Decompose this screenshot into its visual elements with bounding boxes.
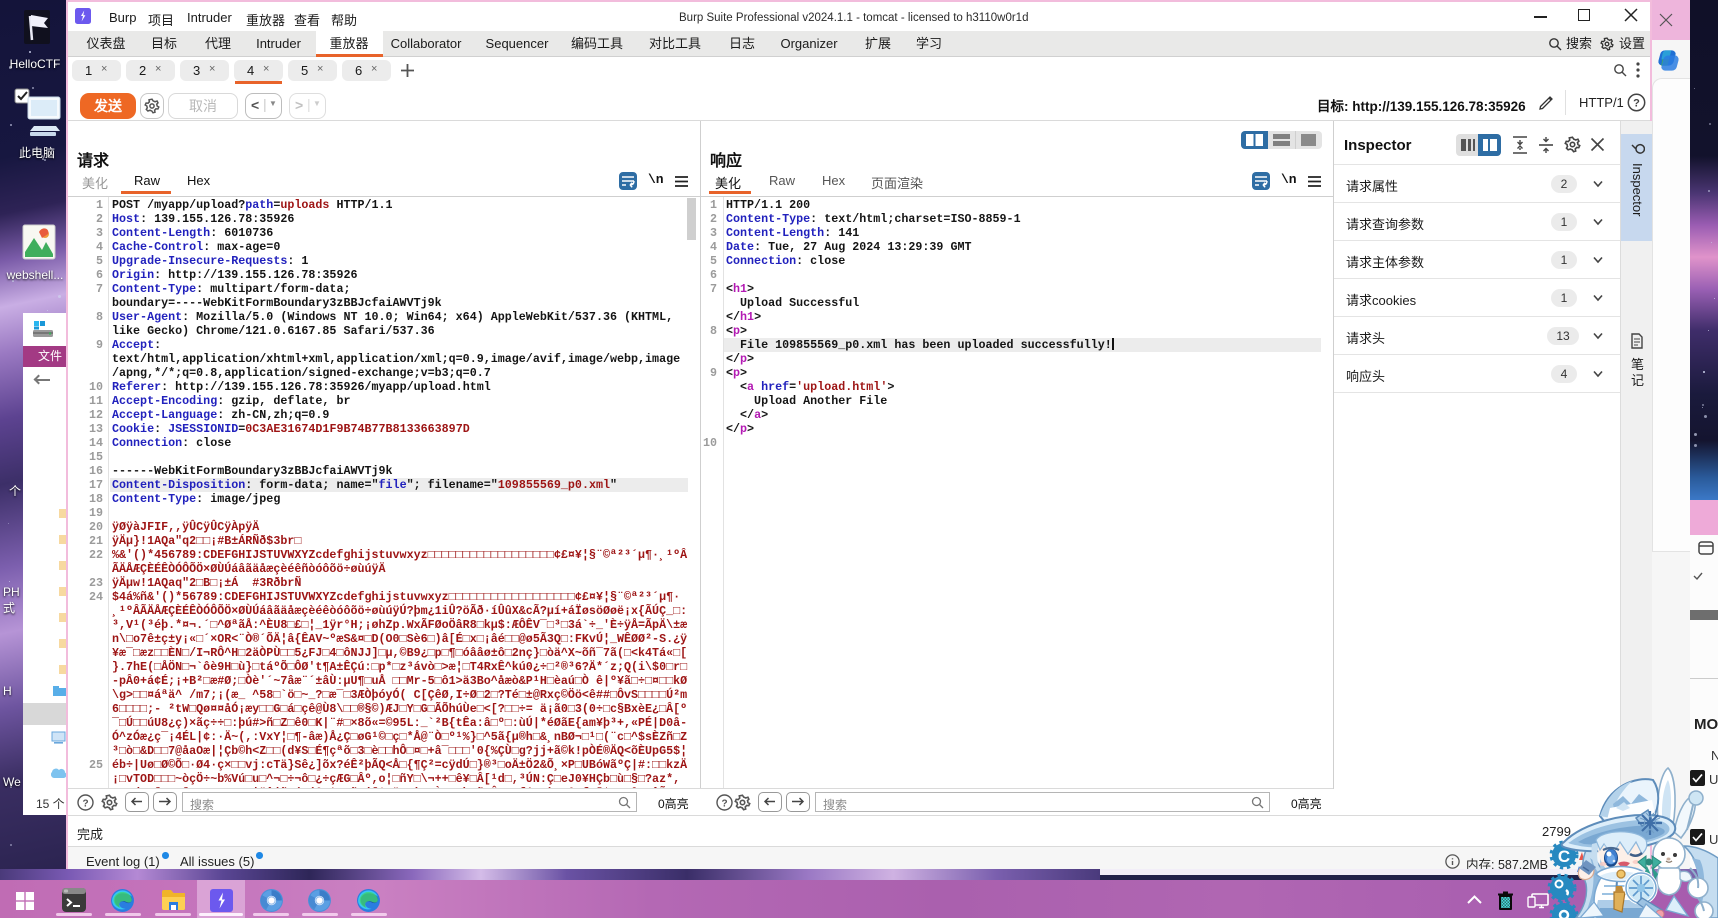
svg-text:?: ? bbox=[1633, 98, 1640, 110]
svg-text:C: C bbox=[1558, 847, 1570, 866]
svg-text:?: ? bbox=[721, 799, 727, 810]
svg-text:?: ? bbox=[82, 799, 88, 810]
